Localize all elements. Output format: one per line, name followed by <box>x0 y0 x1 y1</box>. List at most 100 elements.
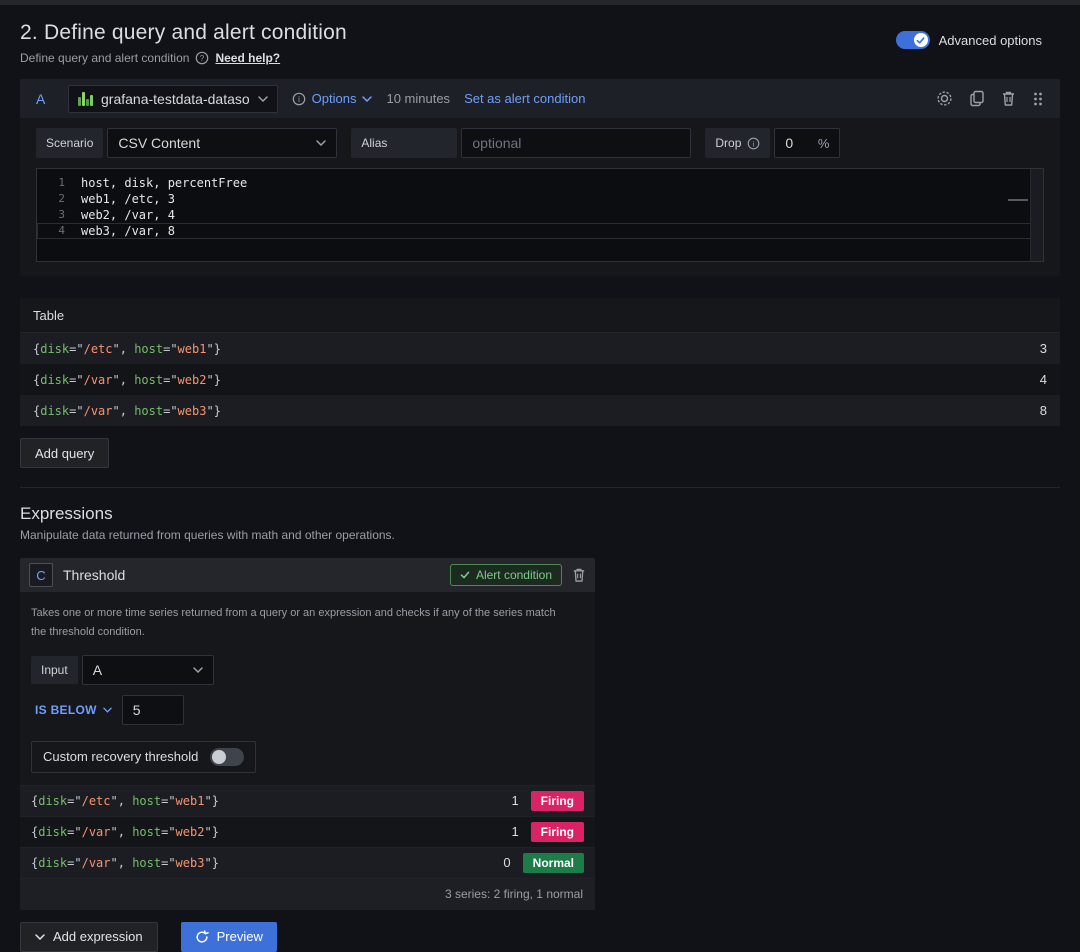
check-icon <box>460 570 470 580</box>
table-row: {disk="/etc", host="web1"} 3 <box>20 333 1060 364</box>
chevron-down-icon <box>193 667 203 673</box>
question-circle-icon: ? <box>195 51 209 65</box>
info-circle-icon: i <box>292 92 306 106</box>
expressions-subtitle: Manipulate data returned from queries wi… <box>20 528 1060 542</box>
threshold-expression-card: C Threshold Alert condition Takes one or… <box>20 558 595 910</box>
drop-label-text: Drop <box>715 136 741 150</box>
delete-query-icon[interactable] <box>1001 90 1016 107</box>
preview-label: Preview <box>217 929 263 944</box>
input-value: A <box>93 662 102 678</box>
alert-condition-badge: Alert condition <box>450 564 562 586</box>
expression-type-label: Threshold <box>63 567 125 583</box>
duplicate-query-icon[interactable] <box>969 90 985 107</box>
overview-ruler-marker <box>1008 199 1028 201</box>
series-label: {disk="/var", host="web2"} <box>31 825 219 839</box>
advanced-options-toggle[interactable] <box>896 31 930 49</box>
delete-expression-icon[interactable] <box>572 567 586 583</box>
state-badge: Normal <box>523 853 584 873</box>
scenario-select[interactable]: CSV Content <box>107 128 337 158</box>
check-icon <box>916 36 925 45</box>
svg-text:?: ? <box>200 54 205 63</box>
code-line: 2web1, /etc, 3 <box>37 191 1043 207</box>
toggle-knob <box>914 33 928 47</box>
percent-icon: % <box>818 136 830 151</box>
drop-label: Drop i <box>705 128 770 158</box>
series-label: {disk="/etc", host="web1"} <box>33 342 221 356</box>
datasource-picker[interactable]: grafana-testdata-dataso <box>68 85 278 113</box>
need-help-link[interactable]: Need help? <box>215 51 280 65</box>
alias-label: Alias <box>351 128 457 158</box>
add-expression-label: Add expression <box>53 929 143 944</box>
code-line: 4web3, /var, 8 <box>37 223 1043 239</box>
expression-result-row: {disk="/var", host="web3"} 0 Normal <box>20 847 595 878</box>
chevron-down-icon <box>362 96 372 102</box>
svg-text:i: i <box>298 95 300 104</box>
alias-input[interactable] <box>461 128 691 158</box>
define-query-section: 2. Define query and alert condition Defi… <box>0 5 1080 952</box>
set-as-alert-condition-link[interactable]: Set as alert condition <box>464 91 585 106</box>
custom-recovery-threshold-toggle[interactable]: Custom recovery threshold <box>31 741 256 773</box>
record-icon[interactable] <box>936 90 953 107</box>
chevron-down-icon <box>316 140 326 146</box>
query-editor-card: A grafana-testdata-dataso i Options 10 m… <box>20 79 1060 276</box>
series-label: {disk="/var", host="web2"} <box>33 373 221 387</box>
table-row: {disk="/var", host="web2"} 4 <box>20 364 1060 395</box>
datasource-name: grafana-testdata-dataso <box>101 91 250 107</box>
custom-recovery-threshold-label: Custom recovery threshold <box>43 749 198 764</box>
table-row: {disk="/var", host="web3"} 8 <box>20 395 1060 426</box>
drag-handle-icon[interactable] <box>1032 91 1044 107</box>
scenario-value: CSV Content <box>118 135 200 151</box>
time-range-summary: 10 minutes <box>386 91 450 106</box>
alert-condition-badge-label: Alert condition <box>476 568 552 582</box>
condition-operator-label: IS BELOW <box>35 703 97 717</box>
expression-result-row: {disk="/etc", host="web1"} 1 Firing <box>20 785 595 816</box>
result-value: 1 <box>511 824 518 839</box>
series-value: 4 <box>1040 372 1047 387</box>
recovery-toggle-switch[interactable] <box>210 748 244 766</box>
drop-percent-input[interactable] <box>785 135 809 151</box>
expressions-title: Expressions <box>20 504 1060 524</box>
chevron-down-icon <box>103 707 112 713</box>
condition-operator-dropdown[interactable]: IS BELOW <box>31 703 112 717</box>
chevron-down-icon <box>35 934 45 940</box>
series-label: {disk="/etc", host="web1"} <box>31 794 219 808</box>
svg-text:i: i <box>753 139 755 148</box>
section-divider <box>20 487 1060 488</box>
datasource-icon <box>78 92 93 106</box>
input-label: Input <box>31 656 78 684</box>
csv-content-editor[interactable]: 1host, disk, percentFree2web1, /etc, 33w… <box>36 168 1044 262</box>
info-circle-icon: i <box>747 137 760 150</box>
state-badge: Firing <box>531 791 584 811</box>
threshold-value-input[interactable] <box>122 695 184 725</box>
toggle-knob <box>212 750 226 764</box>
series-value: 3 <box>1040 341 1047 356</box>
scenario-label: Scenario <box>36 128 103 158</box>
expression-result-row: {disk="/var", host="web2"} 1 Firing <box>20 816 595 847</box>
chevron-down-icon <box>258 96 268 102</box>
editor-scrollbar[interactable] <box>1030 169 1043 261</box>
expression-description: Takes one or more time series returned f… <box>31 604 571 643</box>
result-value: 0 <box>503 855 510 870</box>
expression-ref-id: C <box>29 563 53 587</box>
series-value: 8 <box>1040 403 1047 418</box>
query-result-panel: Table {disk="/etc", host="web1"}3{disk="… <box>20 298 1060 426</box>
page-subtitle: Define query and alert condition <box>20 51 189 65</box>
drop-percent-field: % <box>774 128 840 158</box>
query-options-toggle[interactable]: i Options <box>292 91 373 106</box>
result-panel-title: Table <box>20 298 1060 333</box>
sync-icon <box>195 930 209 944</box>
series-label: {disk="/var", host="web3"} <box>33 404 221 418</box>
series-summary: 3 series: 2 firing, 1 normal <box>20 878 595 910</box>
options-label: Options <box>312 91 357 106</box>
add-query-button[interactable]: Add query <box>20 438 109 468</box>
add-expression-button[interactable]: Add expression <box>20 922 158 952</box>
query-ref-id: A <box>36 91 54 107</box>
advanced-options-label: Advanced options <box>939 33 1042 48</box>
state-badge: Firing <box>531 822 584 842</box>
code-line: 3web2, /var, 4 <box>37 207 1043 223</box>
result-value: 1 <box>511 793 518 808</box>
code-line: 1host, disk, percentFree <box>37 175 1043 191</box>
input-select[interactable]: A <box>82 655 214 685</box>
preview-button[interactable]: Preview <box>181 922 277 952</box>
series-label: {disk="/var", host="web3"} <box>31 856 219 870</box>
